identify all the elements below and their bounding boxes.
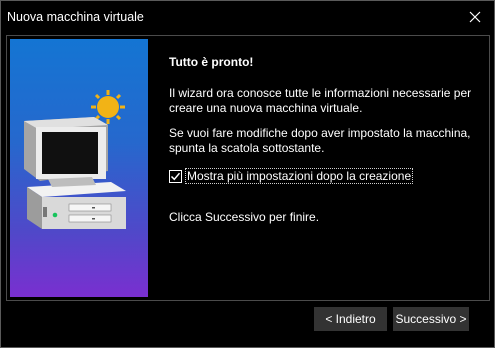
monitor [24, 117, 108, 187]
page-title: Tutto è pronto! [169, 55, 254, 69]
computer-illustration [24, 90, 126, 229]
info-text: Il wizard ora conosce tutte le informazi… [169, 86, 472, 115]
show-settings-checkbox[interactable]: Mostra più impostazioni dopo la creazion… [169, 167, 414, 185]
finish-text: Clicca Successivo per finire. [169, 210, 320, 224]
title-bar: Nuova macchina virtuale [1, 1, 494, 33]
dialog-window: Nuova macchina virtuale Tutto è pronto! … [0, 0, 495, 348]
instruction-text: Se vuoi fare modifiche dopo aver imposta… [169, 126, 471, 155]
computer-case [27, 182, 126, 229]
checkbox-label[interactable]: Mostra più impostazioni dopo la creazion… [185, 168, 414, 184]
window-title: Nuova macchina virtuale [7, 10, 144, 24]
wizard-banner [10, 39, 148, 297]
close-button[interactable] [456, 1, 494, 33]
back-button[interactable]: < Indietro [314, 307, 387, 331]
next-button[interactable]: Successivo > [393, 307, 469, 331]
close-icon [469, 11, 481, 23]
checkmark-icon [170, 172, 181, 180]
checkbox-box[interactable] [169, 169, 182, 183]
wizard-content: Tutto è pronto! Il wizard ora conosce tu… [6, 35, 490, 301]
